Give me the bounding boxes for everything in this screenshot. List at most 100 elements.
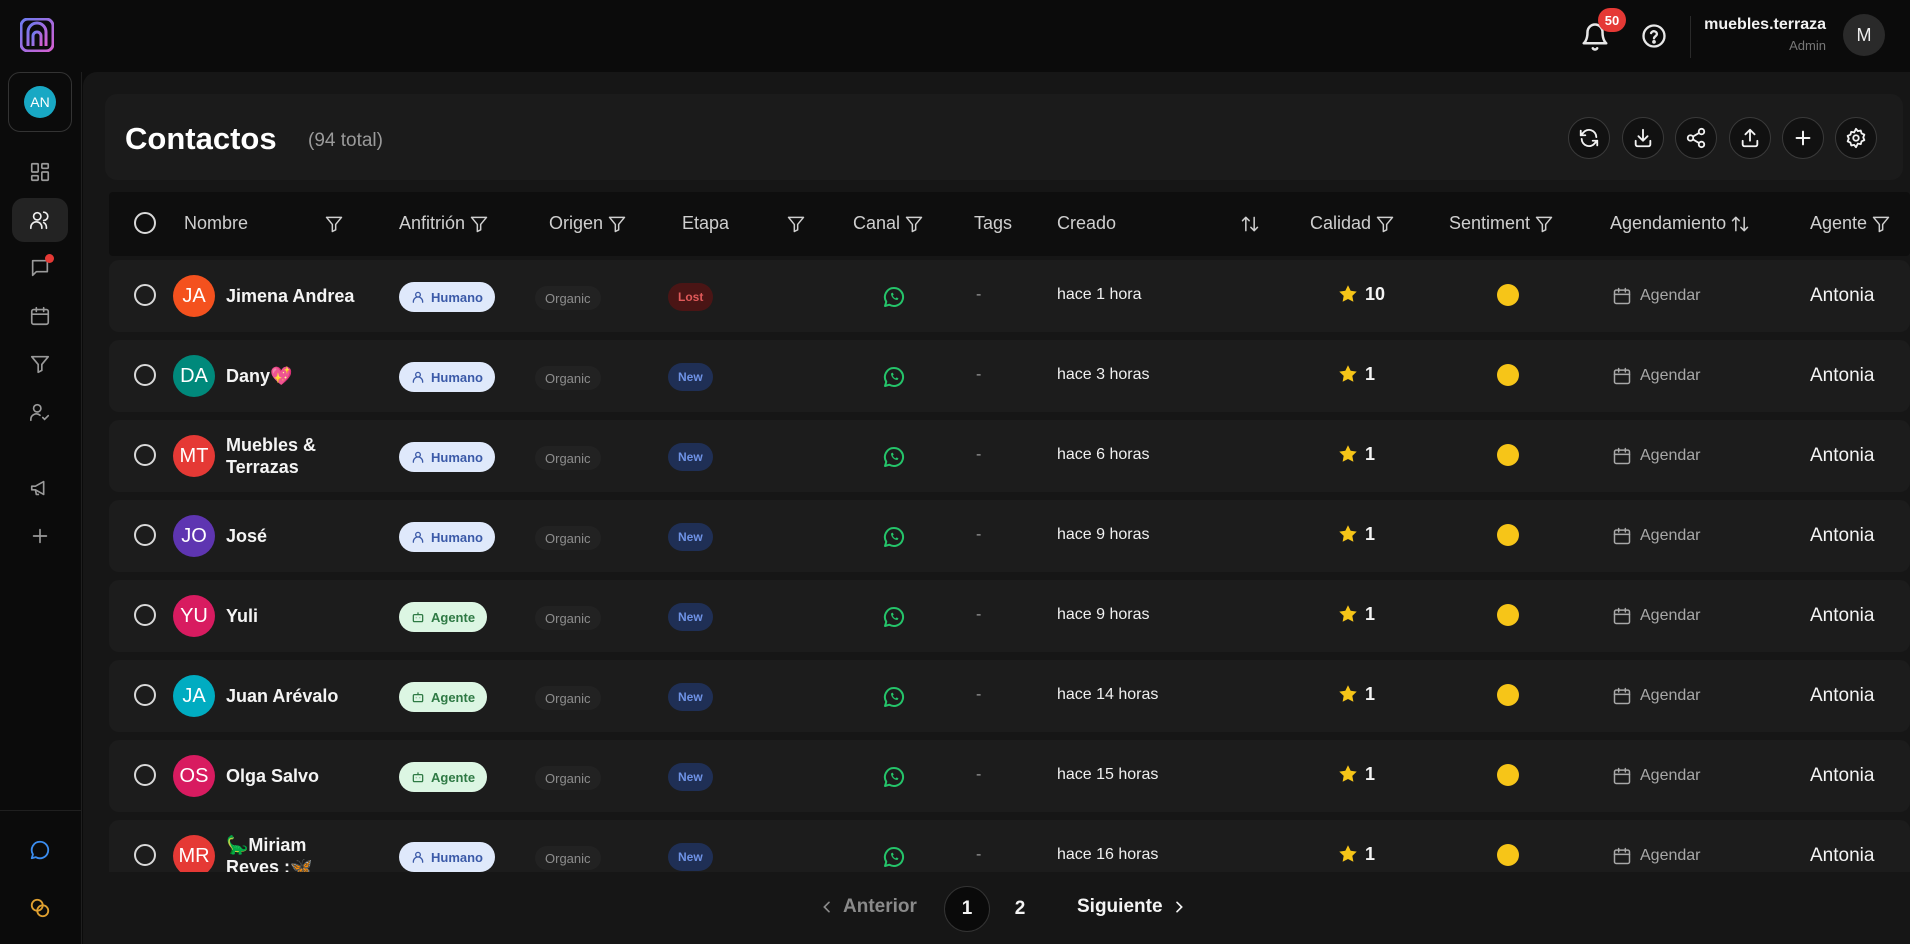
- help-icon[interactable]: [1640, 22, 1668, 50]
- select-all-checkbox[interactable]: [134, 212, 156, 234]
- table-row[interactable]: DA Dany💖 Humano Organic New - hace 3 horas 1 Age…: [109, 340, 1910, 412]
- column-sentiment[interactable]: Sentiment: [1449, 213, 1554, 234]
- contact-name[interactable]: José: [226, 525, 356, 547]
- stage-badge[interactable]: Lost: [668, 283, 714, 311]
- row-checkbox[interactable]: [134, 284, 156, 306]
- table-row[interactable]: OS Olga Salvo Agente Organic New - hace 15 hor…: [109, 740, 1910, 812]
- sidebar-item-calendar[interactable]: [12, 294, 68, 338]
- filter-icon[interactable]: [607, 214, 627, 234]
- filter-icon[interactable]: [1871, 214, 1891, 234]
- sort-icon[interactable]: [1730, 214, 1750, 234]
- stage-badge[interactable]: New: [668, 843, 713, 871]
- user-role: Admin: [1789, 38, 1826, 53]
- upload-button[interactable]: [1729, 117, 1771, 159]
- host-badge[interactable]: Humano: [399, 522, 495, 552]
- avatar: YU: [173, 595, 215, 637]
- contact-name[interactable]: Jimena Andrea: [226, 285, 356, 307]
- filter-name-icon[interactable]: [324, 214, 344, 234]
- contact-name[interactable]: Yuli: [226, 605, 356, 627]
- user-info[interactable]: muebles.terraza Admin: [1704, 16, 1826, 53]
- sort-created-icon[interactable]: [1240, 214, 1260, 234]
- sidebar-item-funnel[interactable]: [12, 342, 68, 386]
- host-badge[interactable]: Agente: [399, 682, 488, 712]
- settings-button[interactable]: [1835, 117, 1877, 159]
- table-row[interactable]: YU Yuli Agente Organic New - hace 9 horas 1 Agen…: [109, 580, 1910, 652]
- workspace-switcher[interactable]: AN: [8, 72, 72, 132]
- table-row[interactable]: MR 🦕Miriam Reyes :🦋 Humano Organic New - hace …: [109, 820, 1910, 872]
- contact-name[interactable]: 🦕Miriam Reyes :🦋: [226, 834, 356, 872]
- sidebar-item-campaigns[interactable]: [12, 466, 68, 510]
- stage-badge[interactable]: New: [668, 763, 713, 791]
- row-checkbox[interactable]: [134, 764, 156, 786]
- contact-name[interactable]: Dany💖: [226, 365, 356, 387]
- table-row[interactable]: JO José Humano Organic New - hace 9 horas 1 Agen…: [109, 500, 1910, 572]
- page-2-button[interactable]: 2: [997, 886, 1043, 932]
- page-1-button[interactable]: 1: [944, 886, 990, 932]
- row-checkbox[interactable]: [134, 684, 156, 706]
- row-checkbox[interactable]: [134, 844, 156, 866]
- prev-page-button[interactable]: Anterior: [819, 896, 917, 918]
- contacts-icon: [30, 211, 49, 230]
- column-host[interactable]: Anfitrión: [399, 213, 489, 234]
- sidebar-item-contacts[interactable]: [12, 198, 68, 242]
- schedule-button[interactable]: Agendar: [1612, 366, 1701, 386]
- contact-name[interactable]: Olga Salvo: [226, 765, 356, 787]
- next-page-button[interactable]: Siguiente: [1077, 896, 1187, 918]
- plus-icon: [32, 528, 48, 544]
- sidebar-item-dashboard[interactable]: [12, 150, 68, 194]
- user-avatar[interactable]: M: [1843, 14, 1885, 56]
- download-button[interactable]: [1622, 117, 1664, 159]
- share-button[interactable]: [1675, 117, 1717, 159]
- filter-icon[interactable]: [904, 214, 924, 234]
- filter-icon[interactable]: [469, 214, 489, 234]
- contact-name[interactable]: Juan Arévalo: [226, 685, 356, 707]
- schedule-button[interactable]: Agendar: [1612, 766, 1701, 786]
- column-created[interactable]: Creado: [1057, 213, 1116, 234]
- column-tags[interactable]: Tags: [974, 213, 1012, 234]
- schedule-button[interactable]: Agendar: [1612, 846, 1701, 866]
- schedule-button[interactable]: Agendar: [1612, 606, 1701, 626]
- filter-icon[interactable]: [1375, 214, 1395, 234]
- stage-badge[interactable]: New: [668, 523, 713, 551]
- schedule-button[interactable]: Agendar: [1612, 286, 1701, 306]
- sidebar-item-add[interactable]: [12, 514, 68, 558]
- contact-name[interactable]: Muebles & Terrazas: [226, 434, 356, 478]
- app-logo[interactable]: [20, 18, 54, 52]
- table-row[interactable]: JA Juan Arévalo Agente Organic New - hace 14 h…: [109, 660, 1910, 732]
- column-channel[interactable]: Canal: [853, 213, 924, 234]
- stage-badge[interactable]: New: [668, 443, 713, 471]
- sidebar-item-chats[interactable]: [12, 246, 68, 290]
- host-badge[interactable]: Humano: [399, 442, 495, 472]
- host-badge[interactable]: Humano: [399, 282, 495, 312]
- host-badge[interactable]: Agente: [399, 602, 488, 632]
- schedule-button[interactable]: Agendar: [1612, 446, 1701, 466]
- refresh-button[interactable]: [1568, 117, 1610, 159]
- table-row[interactable]: JA Jimena Andrea Humano Organic Lost - hace 1 …: [109, 260, 1910, 332]
- download-icon: [1634, 128, 1652, 148]
- add-contact-button[interactable]: [1782, 117, 1824, 159]
- row-checkbox[interactable]: [134, 444, 156, 466]
- host-badge[interactable]: Agente: [399, 762, 488, 792]
- column-name[interactable]: Nombre: [184, 213, 248, 234]
- sidebar-item-credits[interactable]: [12, 886, 68, 930]
- schedule-button[interactable]: Agendar: [1612, 526, 1701, 546]
- column-agent[interactable]: Agente: [1810, 213, 1891, 234]
- filter-stage-icon[interactable]: [786, 214, 806, 234]
- host-badge[interactable]: Humano: [399, 842, 495, 872]
- table-row[interactable]: MT Muebles & Terrazas Humano Organic New - hac…: [109, 420, 1910, 492]
- sidebar-item-users[interactable]: [12, 390, 68, 434]
- filter-icon[interactable]: [1534, 214, 1554, 234]
- stage-badge[interactable]: New: [668, 683, 713, 711]
- schedule-button[interactable]: Agendar: [1612, 686, 1701, 706]
- host-badge[interactable]: Humano: [399, 362, 495, 392]
- column-origin[interactable]: Origen: [549, 213, 627, 234]
- column-scheduling[interactable]: Agendamiento: [1610, 213, 1750, 234]
- column-stage[interactable]: Etapa: [682, 213, 729, 234]
- stage-badge[interactable]: New: [668, 603, 713, 631]
- row-checkbox[interactable]: [134, 524, 156, 546]
- stage-badge[interactable]: New: [668, 363, 713, 391]
- sidebar-item-support-chat[interactable]: [12, 828, 68, 872]
- row-checkbox[interactable]: [134, 364, 156, 386]
- column-quality[interactable]: Calidad: [1310, 213, 1395, 234]
- row-checkbox[interactable]: [134, 604, 156, 626]
